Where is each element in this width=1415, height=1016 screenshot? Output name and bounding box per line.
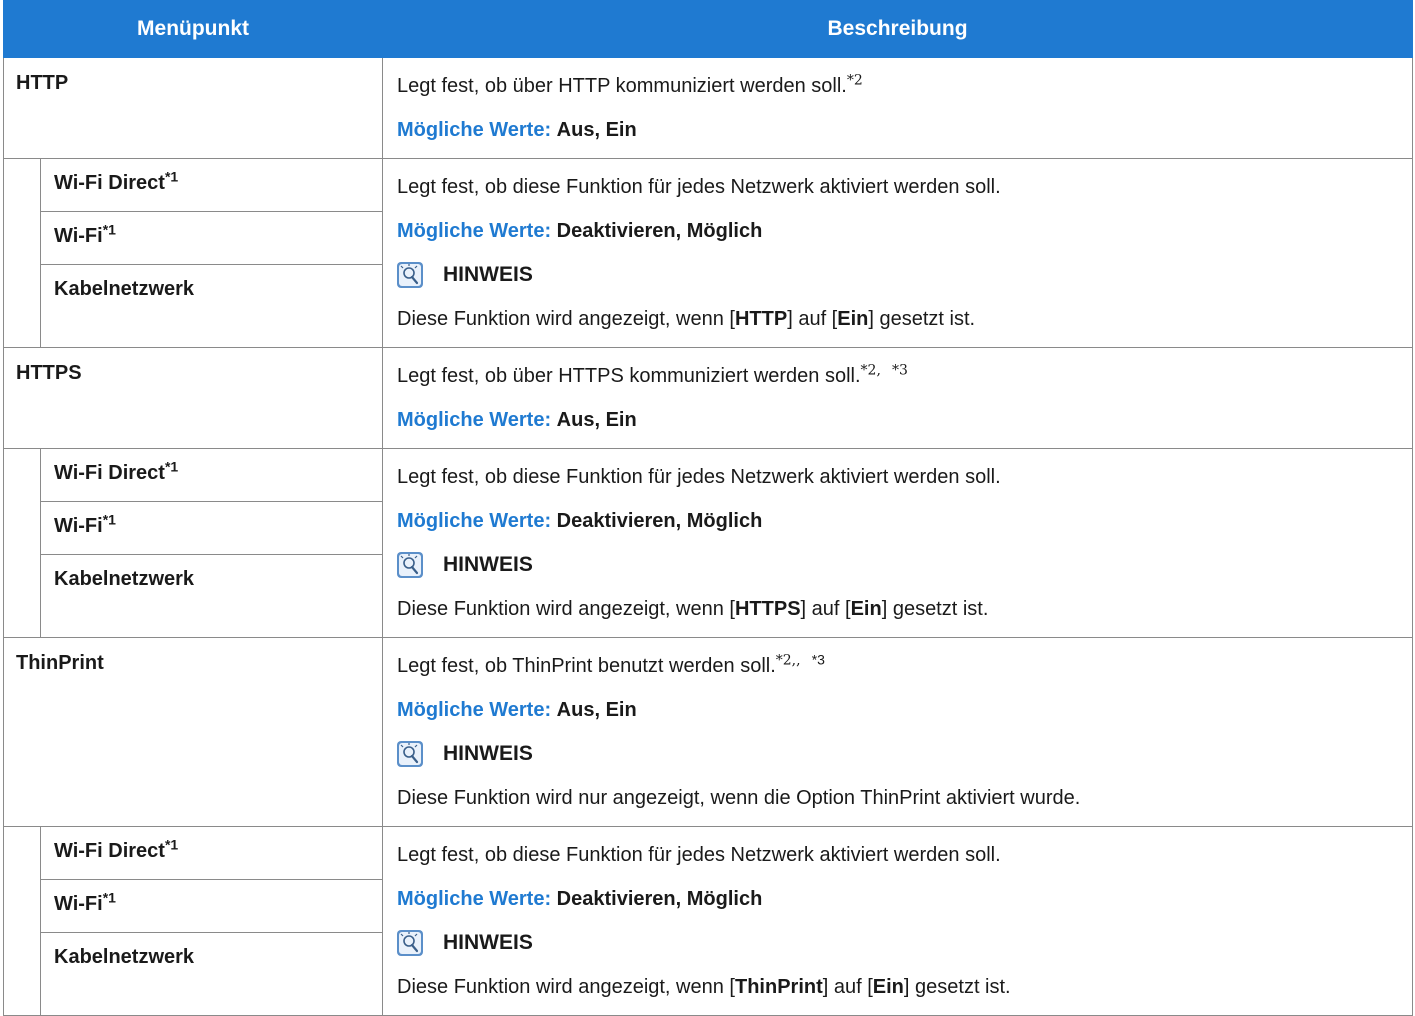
sub-items-thinprint: Wi-Fi Direct*1 Wi-Fi*1 Kabelnetzwerk: [39, 826, 384, 1016]
lightbulb-icon: [397, 741, 424, 767]
table-row-http: HTTP Legt fest, ob über HTTP kommunizier…: [2, 57, 1414, 159]
sub-items-http: Wi-Fi Direct*1 Wi-Fi*1 Kabelnetzwerk: [39, 158, 384, 348]
table-row-https-sub: Wi-Fi Direct*1 Wi-Fi*1 Kabelnetzwerk Leg…: [3, 448, 1414, 638]
footnote-ref: *2: [846, 72, 863, 89]
sub-item-wifi: Wi-Fi*1: [41, 502, 383, 555]
possible-values: Mögliche Werte: Aus, Ein: [397, 114, 1398, 146]
description-text: Legt fest, ob diese Funktion für jedes N…: [397, 176, 1001, 198]
indent-spacer: [3, 158, 41, 348]
menu-item-thinprint: ThinPrint: [2, 637, 384, 827]
table-row-thinprint: ThinPrint Legt fest, ob ThinPrint benutz…: [2, 637, 1414, 827]
note-text: Diese Funktion wird angezeigt, wenn [HTT…: [397, 598, 989, 620]
lightbulb-icon: [397, 262, 424, 288]
note-heading: HINWEIS: [397, 549, 1398, 581]
description-text: Legt fest, ob über HTTPS kommuniziert we…: [397, 362, 908, 387]
description-text: Legt fest, ob diese Funktion für jedes N…: [397, 466, 1001, 488]
table-header-row: Menüpunkt Beschreibung: [2, 0, 1414, 58]
description-text: Legt fest, ob über HTTP kommuniziert wer…: [397, 72, 863, 97]
description-https: Legt fest, ob über HTTPS kommuniziert we…: [382, 347, 1414, 449]
sub-item-kabelnetzwerk: Kabelnetzwerk: [54, 278, 195, 300]
description-thinprint: Legt fest, ob ThinPrint benutzt werden s…: [382, 637, 1414, 827]
note-text: Diese Funktion wird angezeigt, wenn [HTT…: [397, 308, 976, 330]
sub-item-kabelnetzwerk: Kabelnetzwerk: [54, 568, 195, 590]
sub-item-wifi: Wi-Fi*1: [41, 212, 383, 265]
possible-values: Mögliche Werte: Deaktivieren, Möglich: [397, 510, 763, 532]
column-header-menupunkt: Menüpunkt: [2, 0, 384, 58]
indent-spacer: [3, 448, 41, 638]
possible-values: Mögliche Werte: Deaktivieren, Möglich: [397, 888, 763, 910]
possible-values: Mögliche Werte: Aus, Ein: [397, 409, 637, 431]
lightbulb-icon: [397, 552, 424, 578]
description-thinprint-sub: Legt fest, ob diese Funktion für jedes N…: [382, 826, 1414, 1016]
possible-values-label: Mögliche Werte:: [397, 119, 552, 141]
sub-item-kabelnetzwerk: Kabelnetzwerk: [54, 946, 195, 968]
lightbulb-icon: [397, 930, 424, 956]
sub-item-wifi: Wi-Fi*1: [41, 880, 383, 933]
note-text: Diese Funktion wird angezeigt, wenn [Thi…: [397, 976, 1011, 998]
description-text: Legt fest, ob diese Funktion für jedes N…: [397, 844, 1001, 866]
possible-values-value: Aus, Ein: [556, 119, 637, 141]
description-https-sub: Legt fest, ob diese Funktion für jedes N…: [382, 448, 1414, 638]
table-row-https: HTTPS Legt fest, ob über HTTPS kommunizi…: [2, 347, 1414, 449]
possible-values: Mögliche Werte: Deaktivieren, Möglich: [397, 220, 763, 242]
column-header-beschreibung: Beschreibung: [382, 0, 1414, 58]
settings-table: Menüpunkt Beschreibung HTTP Legt fest, o…: [2, 0, 1414, 1016]
sub-item-wifi-direct: Wi-Fi Direct*1: [41, 449, 383, 502]
note-heading: HINWEIS: [397, 927, 1398, 959]
indent-spacer: [3, 826, 41, 1016]
sub-item-wifi-direct: Wi-Fi Direct*1: [41, 159, 383, 212]
description-http: Legt fest, ob über HTTP kommuniziert wer…: [382, 57, 1414, 159]
sub-items-https: Wi-Fi Direct*1 Wi-Fi*1 Kabelnetzwerk: [39, 448, 384, 638]
note-heading: HINWEIS: [397, 738, 1398, 770]
menu-item-https: HTTPS: [2, 347, 384, 449]
sub-item-wifi-direct: Wi-Fi Direct*1: [41, 827, 383, 880]
table-row-http-sub: Wi-Fi Direct*1 Wi-Fi*1 Kabelnetzwerk Leg…: [3, 158, 1414, 348]
note-text: Diese Funktion wird nur angezeigt, wenn …: [397, 787, 1081, 809]
table-row-thinprint-sub: Wi-Fi Direct*1 Wi-Fi*1 Kabelnetzwerk Leg…: [3, 826, 1414, 1016]
menu-item-http: HTTP: [2, 57, 384, 159]
possible-values: Mögliche Werte: Aus, Ein: [397, 699, 637, 721]
description-text: Legt fest, ob ThinPrint benutzt werden s…: [397, 651, 825, 677]
description-http-sub: Legt fest, ob diese Funktion für jedes N…: [382, 158, 1414, 348]
note-heading: HINWEIS: [397, 259, 1398, 291]
